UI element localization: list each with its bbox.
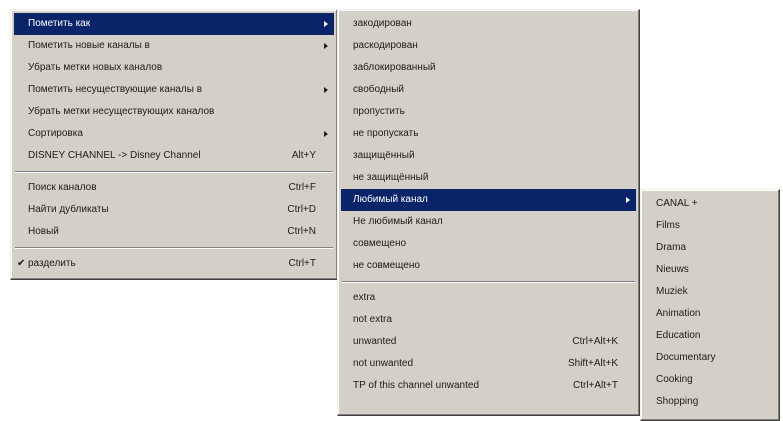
- menu-item-label: Поиск каналов: [28, 182, 97, 193]
- menu-item-mark-nonexistent-channels[interactable]: Пометить несуществующие каналы в: [14, 79, 334, 101]
- menu-item-find-duplicates[interactable]: Найти дубликаты Ctrl+D: [14, 199, 334, 221]
- menu-item-label: TP of this channel unwanted: [353, 380, 480, 391]
- submenu-arrow-icon: [324, 21, 328, 27]
- menu-item-label: раскодирован: [353, 40, 418, 51]
- menu-item-no-skip[interactable]: не пропускать: [341, 123, 636, 145]
- menu-item-label: DISNEY CHANNEL -> Disney Channel: [28, 150, 201, 161]
- menu-item-shortcut: Shift+Alt+K: [567, 358, 618, 369]
- menu-item-label: extra: [353, 292, 376, 303]
- menu-item-label: Films: [656, 220, 680, 231]
- menu-item-free[interactable]: свободный: [341, 79, 636, 101]
- menu-item-unwanted[interactable]: unwanted Ctrl+Alt+K: [341, 331, 636, 353]
- menu-item-unprotected[interactable]: не защищённый: [341, 167, 636, 189]
- submenu-mark-as: закодирован раскодирован заблокированный…: [337, 9, 640, 416]
- menu-item-label: Nieuws: [656, 264, 689, 275]
- menu-item-label: не защищённый: [353, 172, 429, 183]
- menu-item-decoded[interactable]: раскодирован: [341, 35, 636, 57]
- menu-separator: [15, 171, 333, 173]
- menu-item-sort[interactable]: Сортировка: [14, 123, 334, 145]
- menu-item-not-combined[interactable]: не совмещено: [341, 255, 636, 277]
- menu-item-label: Documentary: [656, 352, 716, 363]
- menu-item-label: пропустить: [353, 106, 405, 117]
- menu-item-split[interactable]: ✔ разделить Ctrl+T: [14, 253, 334, 275]
- menu-item-label: Пометить как: [28, 18, 91, 29]
- menu-item-label: Animation: [656, 308, 701, 319]
- menu-item-label: Muziek: [656, 286, 688, 297]
- menu-item-shortcut: Ctrl+F: [288, 182, 317, 193]
- menu-item-shortcut: Ctrl+Alt+T: [572, 380, 618, 391]
- menu-item-label: защищённый: [353, 150, 415, 161]
- menu-item-label: свободный: [353, 84, 404, 95]
- menu-item-not-favorite-channel[interactable]: Не любимый канал: [341, 211, 636, 233]
- menu-item-nieuws[interactable]: Nieuws: [644, 259, 776, 281]
- submenu-arrow-icon: [626, 197, 630, 203]
- menu-separator: [15, 247, 333, 249]
- menu-item-extra[interactable]: extra: [341, 287, 636, 309]
- menu-item-label: совмещено: [353, 238, 407, 249]
- menu-item-locked[interactable]: заблокированный: [341, 57, 636, 79]
- menu-item-label: Найти дубликаты: [28, 204, 109, 215]
- menu-item-label: Drama: [656, 242, 687, 253]
- menu-item-shortcut: Ctrl+T: [288, 258, 317, 269]
- menu-item-label: Убрать метки новых каналов: [28, 62, 163, 73]
- menu-item-shopping[interactable]: Shopping: [644, 391, 776, 413]
- menu-item-label: Education: [656, 330, 701, 341]
- menu-item-label: not unwanted: [353, 358, 414, 369]
- menu-item-favorite-channel[interactable]: Любимый канал: [341, 189, 636, 211]
- menu-item-cooking[interactable]: Cooking: [644, 369, 776, 391]
- menu-item-not-unwanted[interactable]: not unwanted Shift+Alt+K: [341, 353, 636, 375]
- menu-item-label: не пропускать: [353, 128, 419, 139]
- submenu-arrow-icon: [324, 87, 328, 93]
- menu-item-remove-nonexistent-marks[interactable]: Убрать метки несуществующих каналов: [14, 101, 334, 123]
- menu-item-label: разделить: [28, 258, 76, 269]
- menu-item-canal-plus[interactable]: CANAL +: [644, 193, 776, 215]
- menu-item-shortcut: Ctrl+N: [287, 226, 316, 237]
- menu-item-drama[interactable]: Drama: [644, 237, 776, 259]
- menu-item-new[interactable]: Новый Ctrl+N: [14, 221, 334, 243]
- menu-item-encoded[interactable]: закодирован: [341, 13, 636, 35]
- context-menu-main: Пометить как Пометить новые каналы в Убр…: [10, 9, 338, 280]
- menu-item-shortcut: Ctrl+Alt+K: [572, 336, 618, 347]
- menu-item-mark-new-channels[interactable]: Пометить новые каналы в: [14, 35, 334, 57]
- menu-separator: [342, 281, 635, 283]
- menu-item-films[interactable]: Films: [644, 215, 776, 237]
- submenu-arrow-icon: [324, 131, 328, 137]
- check-icon: ✔: [17, 258, 26, 269]
- menu-item-education[interactable]: Education: [644, 325, 776, 347]
- menu-item-tp-unwanted[interactable]: TP of this channel unwanted Ctrl+Alt+T: [341, 375, 636, 397]
- menu-item-documentary[interactable]: Documentary: [644, 347, 776, 369]
- menu-item-find-channels[interactable]: Поиск каналов Ctrl+F: [14, 177, 334, 199]
- menu-item-not-extra[interactable]: not extra: [341, 309, 636, 331]
- menu-item-mark-as[interactable]: Пометить как: [14, 13, 334, 35]
- menu-item-label: Не любимый канал: [353, 216, 443, 227]
- menu-item-label: not extra: [353, 314, 392, 325]
- menu-item-combined[interactable]: совмещено: [341, 233, 636, 255]
- menu-item-label: Cooking: [656, 374, 693, 385]
- menu-item-label: Любимый канал: [353, 194, 428, 205]
- menu-item-protected[interactable]: защищённый: [341, 145, 636, 167]
- menu-item-label: Пометить новые каналы в: [28, 40, 150, 51]
- menu-item-muziek[interactable]: Muziek: [644, 281, 776, 303]
- menu-item-shortcut: Alt+Y: [291, 150, 316, 161]
- submenu-favorite-channel: CANAL + Films Drama Nieuws Muziek Animat…: [640, 189, 780, 421]
- menu-item-skip[interactable]: пропустить: [341, 101, 636, 123]
- menu-item-label: Сортировка: [28, 128, 83, 139]
- menu-item-label: Убрать метки несуществующих каналов: [28, 106, 215, 117]
- menu-item-label: закодирован: [353, 18, 412, 29]
- menu-item-remove-new-marks[interactable]: Убрать метки новых каналов: [14, 57, 334, 79]
- menu-item-label: Пометить несуществующие каналы в: [28, 84, 203, 95]
- menu-item-label: CANAL +: [656, 198, 698, 209]
- menu-item-shortcut: Ctrl+D: [287, 204, 316, 215]
- menu-item-label: unwanted: [353, 336, 397, 347]
- menu-item-animation[interactable]: Animation: [644, 303, 776, 325]
- menu-item-rename-disney[interactable]: DISNEY CHANNEL -> Disney Channel Alt+Y: [14, 145, 334, 167]
- menu-item-label: Новый: [28, 226, 59, 237]
- menu-item-label: заблокированный: [353, 62, 436, 73]
- submenu-arrow-icon: [324, 43, 328, 49]
- menu-item-label: Shopping: [656, 396, 699, 407]
- menu-item-label: не совмещено: [353, 260, 420, 271]
